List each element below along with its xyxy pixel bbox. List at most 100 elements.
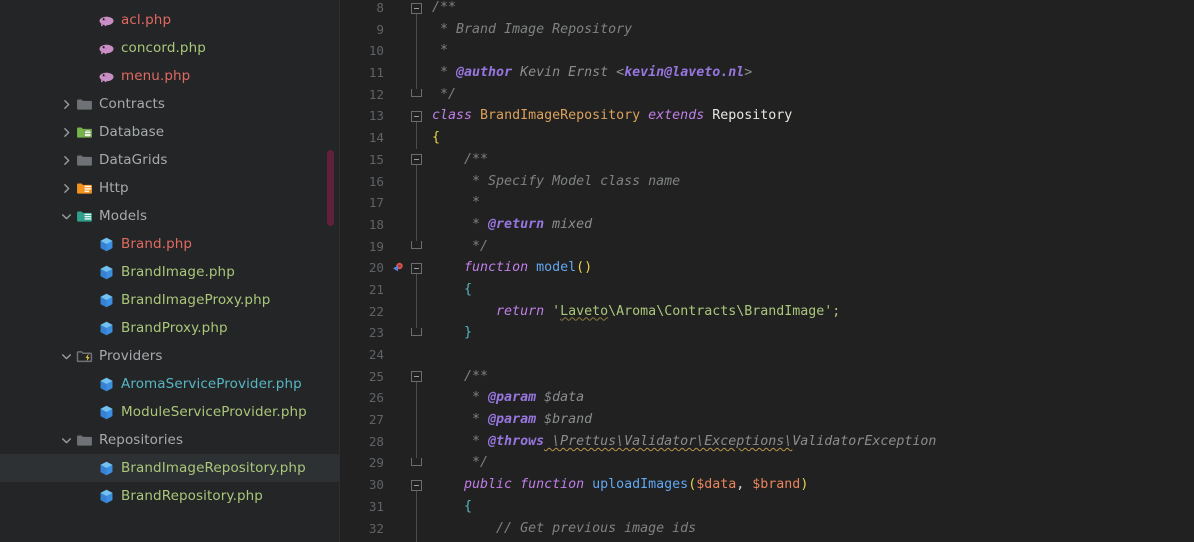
tree-item-database[interactable]: Database [0,118,340,146]
tree-item-moduleserviceprovider[interactable]: ModuleServiceProvider.php [0,398,340,426]
folder-providers-icon [76,348,93,365]
gutter-marker-slot [390,84,408,106]
code-line: 24 [340,344,1194,366]
indent-spacer [0,328,82,329]
tree-item-brandimage[interactable]: BrandImage.php [0,258,340,286]
tree-item-brandrepository[interactable]: BrandRepository.php [0,482,340,510]
php-class-icon [98,460,115,477]
chevron-right-icon[interactable] [60,98,73,111]
code-text: return 'Laveto\Aroma\Contracts\BrandImag… [496,303,841,319]
folder-icon [76,152,93,169]
tree-item-concord[interactable]: concord.php [0,34,340,62]
line-number: 18 [368,216,384,232]
gutter-marker-slot [390,127,408,149]
line-number: 21 [368,281,384,297]
line-number: 13 [368,108,384,124]
gutter-marker-slot [390,192,408,214]
chevron-down-icon[interactable] [60,210,73,223]
tree-item-label: concord.php [121,40,206,56]
code-line: 23 } [340,322,1194,344]
tree-item-datagrids[interactable]: DataGrids [0,146,340,174]
indent-spacer [0,20,82,21]
code-fold-control [408,235,426,258]
folder-models-icon [76,208,93,225]
code-text: */ [440,86,457,102]
tree-item-aromaserviceprovider[interactable]: AromaServiceProvider.php [0,370,340,398]
tree-item-models[interactable]: Models [0,202,340,230]
indent-spacer [0,272,82,273]
code-fold-control [408,495,426,518]
code-line: 26 * @param $data [340,387,1194,410]
gutter-marker-slot [390,62,408,84]
indent-spacer [0,440,60,441]
code-fold-control[interactable] [408,366,426,388]
override-marker-icon[interactable] [390,257,408,279]
gutter-marker-slot [390,105,408,127]
tree-item-providers[interactable]: Providers [0,342,340,370]
chevron-right-icon[interactable] [60,126,73,139]
tree-item-label: menu.php [121,68,191,84]
sidebar-scrollbar-thumb[interactable] [327,150,334,226]
code-fold-control [408,213,426,236]
code-line: 28 * @throws \Prettus\Validator\Exceptio… [340,430,1194,453]
tree-item-brandproxy[interactable]: BrandProxy.php [0,314,340,342]
line-number: 31 [368,498,384,514]
code-text: * @return mixed [472,216,593,232]
code-editor-panel[interactable]: 8/** 9 * Brand Image Repository 10 * 11 * @… [340,0,1194,542]
chevron-down-icon[interactable] [60,434,73,447]
gutter-marker-slot [390,496,408,518]
gutter-marker-slot [390,344,408,366]
indent-spacer [0,356,60,357]
code-fold-control [408,409,426,431]
gutter-marker-slot [390,387,408,409]
code-fold-control[interactable] [408,257,426,279]
gutter-marker-slot [390,214,408,236]
tree-item-label: BrandRepository.php [121,488,263,504]
tree-item-brand[interactable]: Brand.php [0,230,340,258]
code-line: 19 */ [340,235,1194,258]
line-number: 29 [368,455,384,471]
tree-item-label: AromaServiceProvider.php [121,376,302,392]
code-fold-control [408,430,426,453]
tree-item-acl[interactable]: acl.php [0,6,340,34]
chevron-right-icon[interactable] [60,154,73,167]
code-fold-control [408,322,426,344]
code-text: { [464,498,473,514]
code-fold-control[interactable] [408,105,426,128]
code-line: 21 { [340,278,1194,301]
tree-item-label: ModuleServiceProvider.php [121,404,307,420]
code-line: 15 /** [340,149,1194,171]
php-file-icon [98,12,115,29]
gutter-marker-slot [390,0,408,19]
gutter-marker-slot [390,431,408,453]
indent-spacer [0,188,60,189]
indent-spacer [0,496,82,497]
code-fold-control[interactable] [408,474,426,496]
tree-item-label: Database [99,124,165,140]
folder-http-icon [76,180,93,197]
tree-item-label: acl.php [121,12,172,28]
project-tree: Configacl.phpconcord.phpmenu.phpContract… [0,0,340,510]
php-class-icon [98,376,115,393]
tree-item-brandimageproxy[interactable]: BrandImageProxy.php [0,286,340,314]
code-fold-control [408,127,426,149]
chevron-down-icon[interactable] [60,350,73,363]
code-line: 9 * Brand Image Repository [340,18,1194,41]
line-number: 27 [368,412,384,428]
code-fold-control[interactable] [408,149,426,171]
code-line: 29 */ [340,452,1194,474]
chevron-right-icon[interactable] [60,182,73,195]
tree-item-contracts[interactable]: Contracts [0,90,340,118]
tree-item-repositories[interactable]: Repositories [0,426,340,454]
indent-spacer [0,244,82,245]
tree-item-http[interactable]: Http [0,174,340,202]
tree-item-label: DataGrids [99,152,168,168]
tree-item-brandimagerepository[interactable]: BrandImageRepository.php [0,454,340,482]
tree-item-menu[interactable]: menu.php [0,62,340,90]
indent-spacer [0,384,82,385]
code-text: * @param $data [472,390,585,406]
code-text: * [472,195,481,211]
folder-database-icon [76,124,93,141]
code-fold-control[interactable] [408,0,426,19]
code-line: 11 * @author Kevin Ernst <kevin@laveto.n… [340,62,1194,84]
